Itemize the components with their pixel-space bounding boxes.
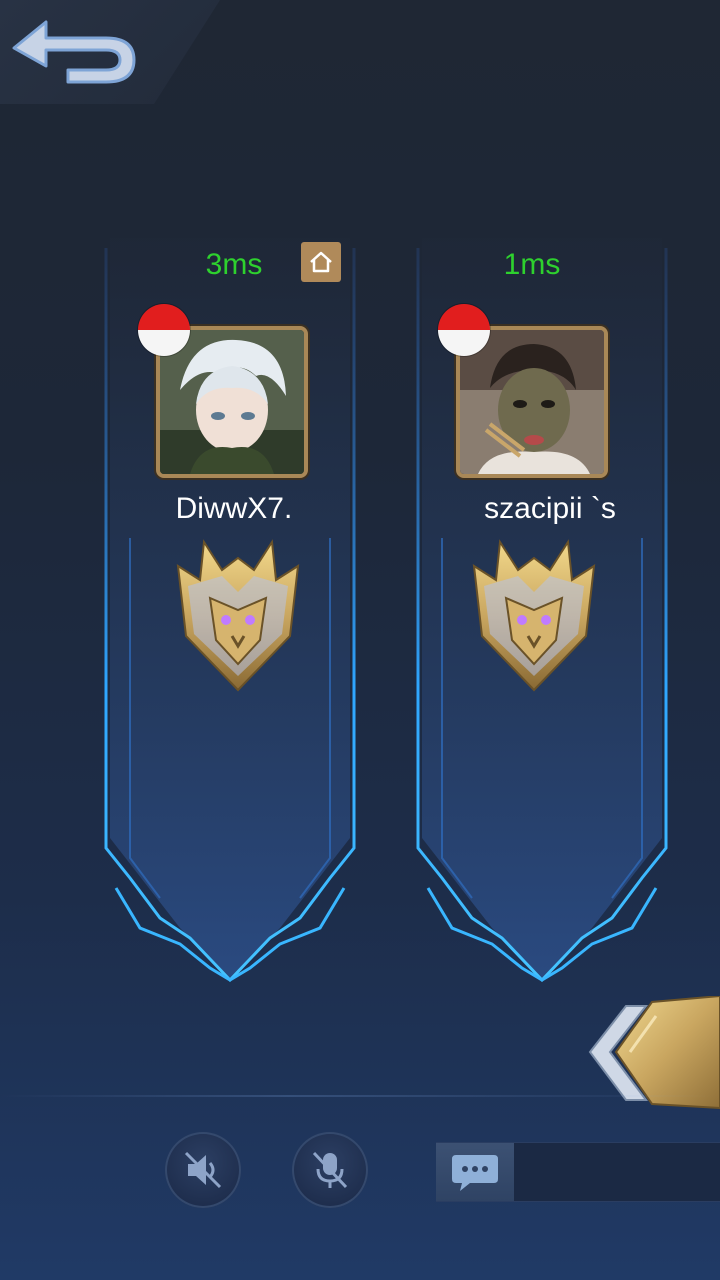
back-arrow-icon xyxy=(12,20,136,84)
mythic-rank-emblem xyxy=(170,536,306,692)
player-name: DiwwX7. xyxy=(175,492,293,525)
indonesia-flag-icon xyxy=(138,304,190,356)
home-icon xyxy=(310,251,332,273)
speaker-muted-icon xyxy=(184,1151,222,1189)
divider xyxy=(0,1095,720,1097)
player-name: szacipii `s xyxy=(484,492,616,525)
mic-toggle-button[interactable] xyxy=(292,1132,368,1208)
chat-button[interactable] xyxy=(436,1143,514,1201)
gold-arrow-icon xyxy=(588,994,720,1110)
chat-bubble-icon xyxy=(452,1155,498,1191)
ping-indicator: 3ms xyxy=(205,248,263,281)
mythic-rank-emblem xyxy=(466,536,602,692)
ping-indicator: 1ms xyxy=(503,248,561,281)
player-card-1: 3ms DiwwX7. xyxy=(100,238,360,988)
speaker-toggle-button[interactable] xyxy=(165,1132,241,1208)
avatar-image xyxy=(160,330,304,474)
back-button[interactable] xyxy=(6,10,146,90)
chat-bar[interactable] xyxy=(436,1142,720,1202)
mic-muted-icon xyxy=(312,1151,348,1189)
host-badge xyxy=(301,242,341,282)
player-card-2: 1ms szacipii `s xyxy=(412,238,672,988)
gold-arrow-button[interactable] xyxy=(586,994,720,1110)
indonesia-flag-icon xyxy=(438,304,490,356)
avatar-image xyxy=(460,330,604,474)
